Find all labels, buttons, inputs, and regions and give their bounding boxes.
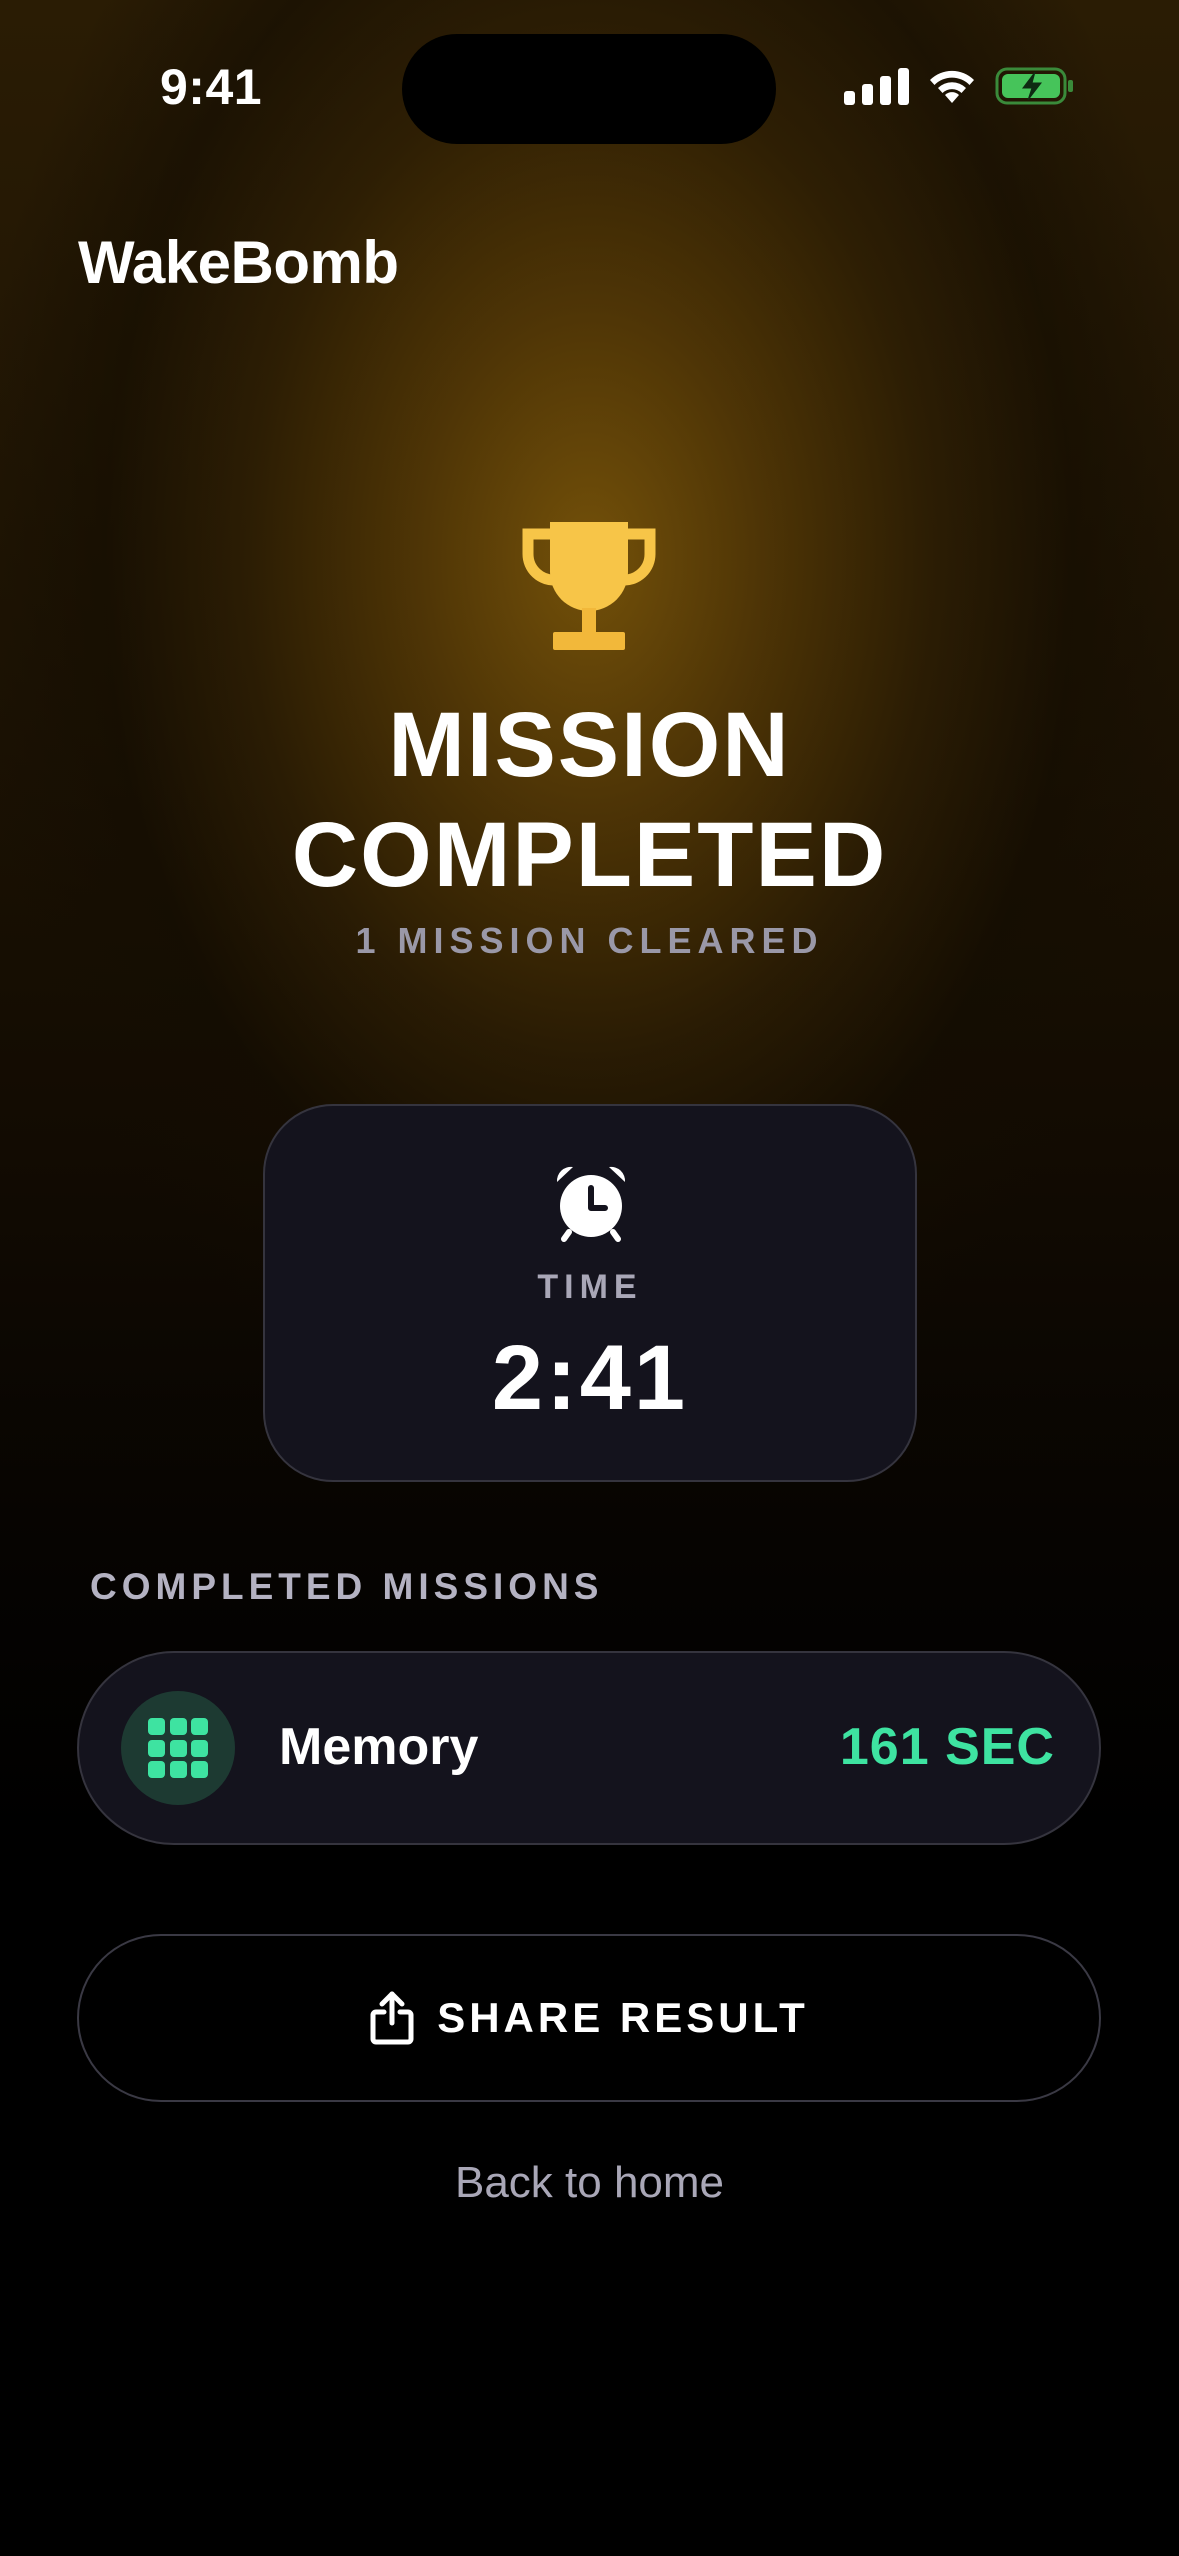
status-bar-icons <box>844 64 1075 108</box>
time-card: TIME 2:41 <box>263 1104 917 1482</box>
back-to-home-link[interactable]: Back to home <box>0 2158 1179 2208</box>
share-icon <box>370 1991 414 2045</box>
page-title: MISSION COMPLETED <box>0 690 1179 910</box>
alarm-clock-icon <box>556 1166 626 1242</box>
share-result-button[interactable]: SHARE RESULT <box>77 1934 1101 2102</box>
dynamic-island <box>402 34 776 144</box>
headline-line-2: COMPLETED <box>291 804 888 906</box>
time-value: 2:41 <box>491 1327 689 1429</box>
share-result-label: SHARE RESULT <box>437 1994 809 2041</box>
time-label: TIME <box>537 1268 643 1306</box>
wifi-icon <box>930 70 974 103</box>
app-title: WakeBomb <box>78 229 399 296</box>
missions-cleared-subtitle: 1 MISSION CLEARED <box>355 920 824 961</box>
mission-name: Memory <box>279 1718 479 1776</box>
trophy-icon <box>522 522 656 650</box>
status-bar-time: 9:41 <box>160 59 263 115</box>
cellular-signal-icon <box>844 67 909 105</box>
headline-line-1: MISSION <box>388 694 791 796</box>
mission-duration: 161 SEC <box>839 1718 1055 1776</box>
battery-charging-icon <box>995 67 1073 105</box>
mission-icon-badge <box>121 1691 235 1805</box>
mission-completed-screen: 9:41 WakeBomb MISSION COMPLETED 1 MISSIO… <box>0 0 1179 2556</box>
completed-missions-title: COMPLETED MISSIONS <box>90 1566 604 1607</box>
grid-icon <box>148 1718 208 1778</box>
list-item: Memory 161 SEC <box>77 1651 1101 1845</box>
